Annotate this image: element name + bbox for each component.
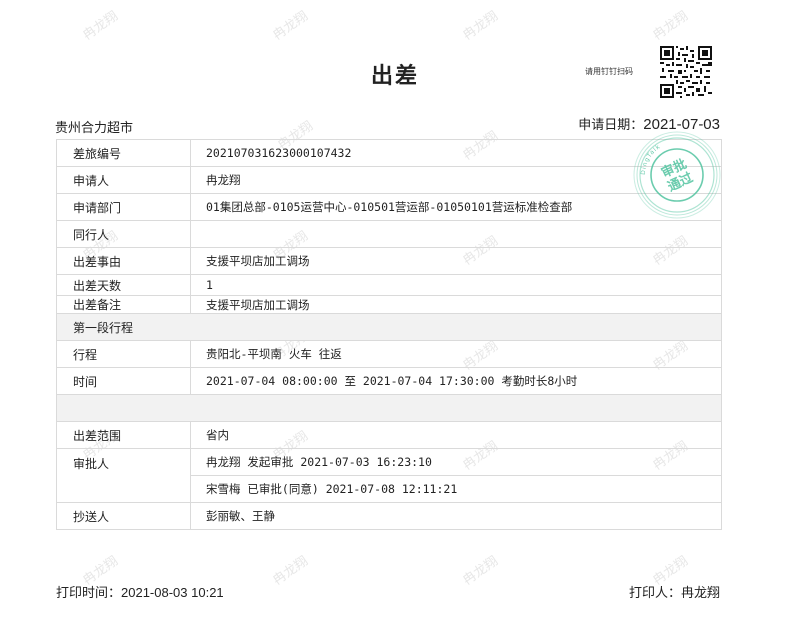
row-label: 审批人 [56, 448, 191, 503]
row-label: 申请部门 [56, 193, 191, 221]
table-row: 出差范围 省内 [56, 421, 722, 449]
section-header: 第一段行程 [56, 313, 722, 341]
watermark: 冉龙翔 [650, 8, 691, 44]
row-value: 贵阳北-平坝南 火车 往返 [190, 340, 722, 368]
table-row: 申请部门 01集团总部-0105运营中心-010501营运部-01050101营运… [56, 193, 722, 221]
table-row: 行程 贵阳北-平坝南 火车 往返 [56, 340, 722, 368]
row-label: 时间 [56, 367, 191, 395]
row-label: 出差范围 [56, 421, 191, 449]
watermark: 冉龙翔 [460, 553, 501, 589]
table-row: 出差天数 1 [56, 274, 722, 296]
approved-stamp: DingTalk 审批 通过 [633, 131, 721, 219]
print-time-value: 2021-08-03 10:21 [121, 585, 224, 600]
qr-code-icon [660, 46, 712, 98]
row-value: 支援平坝店加工调场 [190, 295, 722, 314]
table-row: 申请人 冉龙翔 [56, 166, 722, 194]
table-row: 时间 2021-07-04 08:00:00 至 2021-07-04 17:30… [56, 367, 722, 395]
table-row: 抄送人 彭丽敏、王静 [56, 502, 722, 530]
company-name: 贵州合力超市 [55, 121, 134, 136]
table-row: 同行人 [56, 220, 722, 248]
watermark: 冉龙翔 [270, 553, 311, 589]
watermark: 冉龙翔 [80, 8, 121, 44]
watermark: 冉龙翔 [270, 8, 311, 44]
printer-label: 打印人： [628, 586, 681, 601]
row-label: 出差事由 [56, 247, 191, 275]
blank-row [56, 394, 722, 422]
row-value [190, 220, 722, 248]
row-value: 彭丽敏、王静 [190, 502, 722, 530]
table-row: 出差事由 支援平坝店加工调场 [56, 247, 722, 275]
row-label: 行程 [56, 340, 191, 368]
watermark: 冉龙翔 [460, 8, 501, 44]
row-label: 差旅编号 [56, 139, 191, 167]
approval-entry: 宋雪梅 已审批(同意) 2021-07-08 12:11:21 [190, 475, 722, 503]
approval-entry: 冉龙翔 发起审批 2021-07-03 16:23:10 [190, 448, 722, 476]
table-row: 差旅编号 202107031623000107432 [56, 139, 722, 167]
qr-hint-text: 请用钉钉扫码 [585, 67, 633, 76]
row-label: 出差备注 [56, 295, 191, 314]
trip-form-table: 差旅编号 202107031623000107432 申请人 冉龙翔 申请部门 01集… [56, 139, 722, 530]
table-row: 审批人 冉龙翔 发起审批 2021-07-03 16:23:10 [56, 448, 722, 503]
row-label: 申请人 [56, 166, 191, 194]
row-label: 抄送人 [56, 502, 191, 530]
row-value: 省内 [190, 421, 722, 449]
blank-cell [56, 394, 722, 422]
table-row: 出差备注 支援平坝店加工调场 [56, 295, 722, 314]
row-value: 1 [190, 274, 722, 296]
printer-name: 冉龙翔 [680, 586, 720, 601]
printer: 打印人：冉龙翔 [629, 582, 720, 601]
print-time: 打印时间：2021-08-03 10:21 [56, 582, 224, 601]
print-time-label: 打印时间： [56, 586, 122, 601]
row-value: 支援平坝店加工调场 [190, 247, 722, 275]
row-label: 同行人 [56, 220, 191, 248]
row-label: 出差天数 [56, 274, 191, 296]
row-value: 2021-07-04 08:00:00 至 2021-07-04 17:30:0… [190, 367, 722, 395]
section-header-row: 第一段行程 [56, 313, 722, 341]
